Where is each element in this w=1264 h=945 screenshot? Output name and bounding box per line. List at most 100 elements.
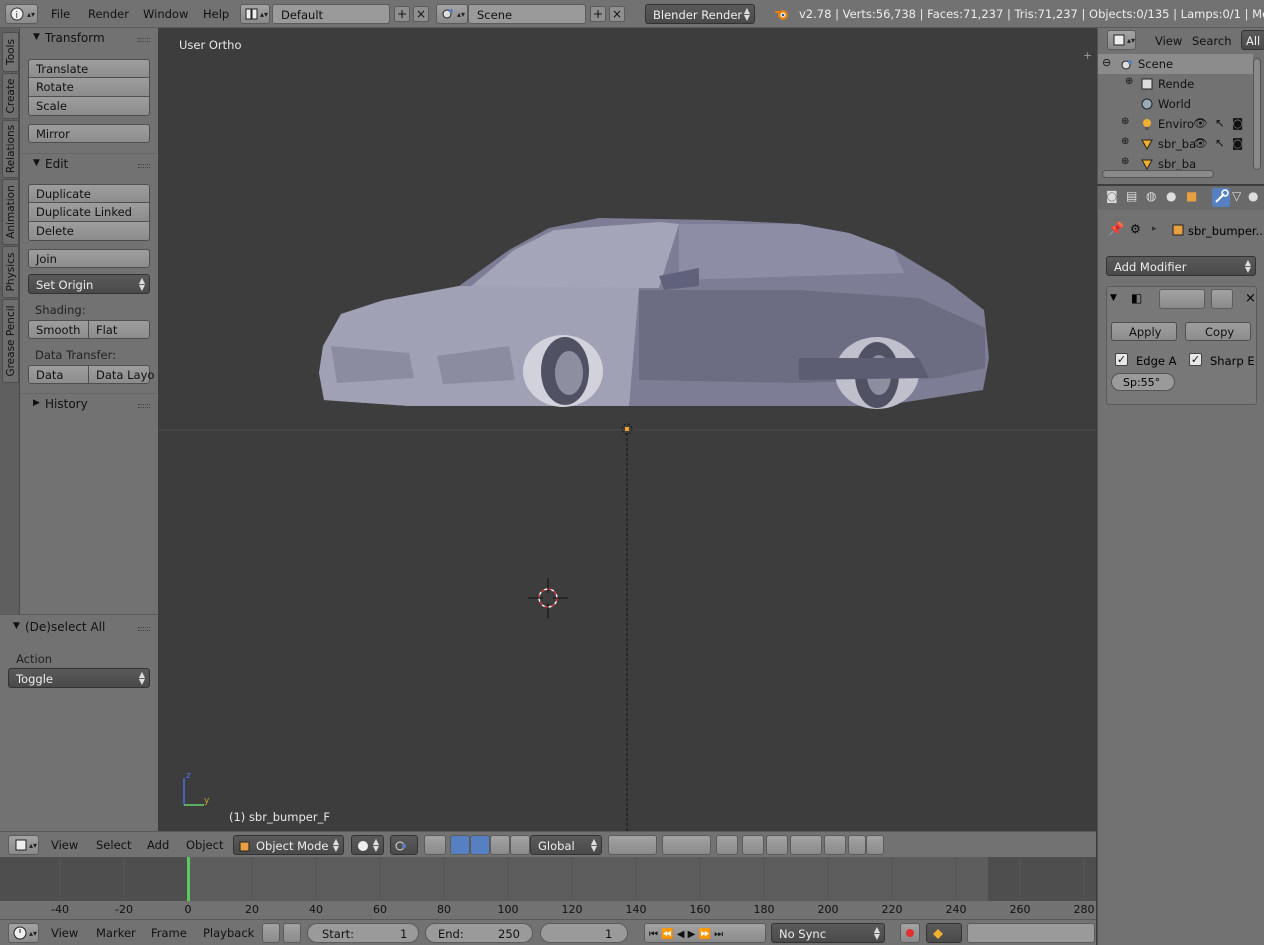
object-origin-marker[interactable] [621,423,633,435]
object-tab-icon[interactable]: ■ [1186,189,1197,203]
render-engine-select[interactable]: Blender Render ▲ ▼ [645,4,755,24]
timeline-editor-type-button[interactable]: ▴▾ [8,923,39,943]
tab-create[interactable]: Create [2,73,19,119]
mirror-button[interactable]: Mirror [28,124,150,143]
screen-layout-field[interactable]: Default [272,4,390,24]
tab-relations[interactable]: Relations [2,120,19,178]
operator-panel-header[interactable]: ▼ (De)select All [0,617,158,639]
duplicate-linked-button[interactable]: Duplicate Linked [28,203,150,222]
outliner-row-environment-lamp[interactable]: ⊕ Enviro 👁 ↖ ◙ [1098,114,1253,134]
camera-renderable-icon[interactable]: ◙ [1232,116,1243,130]
expand-plus-icon[interactable]: ⊕ [1121,116,1129,127]
menu-view[interactable]: View [51,838,78,852]
timeline-menu-view[interactable]: View [51,926,78,940]
set-origin-select[interactable]: Set Origin ▲ ▼ [28,274,150,294]
interaction-mode-select[interactable]: Object Mode ▲ ▼ [233,835,344,855]
keying-set-select[interactable] [926,923,962,943]
timeline-menu-frame[interactable]: Frame [151,926,187,940]
translate-manipulator-icon[interactable] [470,835,490,855]
scene-tab-icon[interactable]: ◍ [1146,189,1156,203]
start-frame-field[interactable]: Start: 1 [307,923,419,943]
shade-smooth-button[interactable]: Smooth [28,320,89,339]
scale-manipulator-icon[interactable] [510,835,530,855]
proportional-edit-icon[interactable] [742,835,764,855]
rotate-manipulator-icon[interactable] [490,835,510,855]
snap-target-icon[interactable] [824,835,846,855]
outliner-row-scene[interactable]: ⊖ Scene [1098,54,1253,74]
outliner-display-mode-select[interactable]: All [1241,30,1264,50]
menu-file[interactable]: File [51,7,70,21]
expand-plus-icon[interactable]: ⊕ [1121,156,1129,167]
pivot-manipulate-centers-button[interactable] [424,835,446,855]
preview-range-icon[interactable] [262,923,280,943]
material-tab-icon[interactable]: ● [1248,189,1258,203]
snap-element-select[interactable] [790,835,822,855]
pin-icon[interactable]: 📌 [1108,222,1124,237]
outliner-row-render-layers[interactable]: ⊕ Rende [1098,74,1253,94]
3d-cursor-icon[interactable] [528,578,568,618]
tab-physics[interactable]: Physics [2,246,19,298]
menu-object[interactable]: Object [186,838,223,852]
timeline-ruler[interactable]: -40 -20 0 20 40 60 80 100 120 140 160 180 200 220 240 2… [0,901,1096,919]
editor-type-info-button[interactable]: i ▴▾ [5,4,38,24]
add-screen-plus-icon[interactable]: + [394,6,410,22]
snap-magnet-icon[interactable] [766,835,788,855]
cursor-selectable-icon[interactable]: ↖ [1215,136,1225,150]
modifier-visibility-toggles[interactable] [1159,289,1205,309]
scene-layers-grid-2[interactable] [662,835,711,855]
menu-window[interactable]: Window [143,7,188,21]
playback-controls[interactable]: ⏮ ⏪ ◀ ▶ ⏩ ⏭ [644,923,766,943]
active-keying-set-field[interactable] [967,923,1095,943]
outliner-horizontal-scrollbar[interactable] [1102,170,1214,178]
end-frame-field[interactable]: End: 250 [425,923,533,943]
edit-panel-header[interactable]: ▼ Edit [20,153,158,175]
pivot-point-select[interactable] [390,835,418,855]
delete-screen-close-icon[interactable]: × [413,6,429,22]
outliner-menu-search[interactable]: Search [1192,34,1232,48]
delete-button[interactable]: Delete [28,222,150,241]
cursor-selectable-icon[interactable]: ↖ [1215,116,1225,130]
add-scene-plus-icon[interactable]: + [590,6,606,22]
scene-field[interactable]: Scene [468,4,586,24]
data-tab-icon[interactable]: ▽ [1232,189,1241,203]
expand-plus-icon[interactable]: ⊕ [1121,136,1129,147]
drag-grip-icon[interactable] [138,164,150,168]
outliner-editor-type-button[interactable]: ▴▾ [1107,30,1136,50]
render-still-camera-icon[interactable] [848,835,866,855]
tab-tools[interactable]: Tools [2,32,19,72]
expand-plus-icon[interactable]: ⊕ [1125,76,1133,87]
lock-camera-layers-icon[interactable] [716,835,738,855]
viewport-shading-select[interactable]: ▲ ▼ [351,835,384,855]
duplicate-button[interactable]: Duplicate [28,184,150,203]
car-model[interactable] [319,218,989,409]
editor-type-button[interactable]: ▴▾ [8,835,39,855]
transform-orientation-select[interactable]: Global ▲ ▼ [530,835,602,855]
add-modifier-select[interactable]: Add Modifier ▲ ▼ [1106,256,1256,276]
split-angle-field[interactable]: Sp:55° [1111,373,1175,391]
rotate-button[interactable]: Rotate [28,78,150,97]
drag-grip-icon[interactable] [138,404,150,408]
tab-animation[interactable]: Animation [2,179,19,245]
action-select[interactable]: Toggle ▲ ▼ [8,668,150,688]
drag-grip-icon[interactable] [138,38,150,42]
viewport-corner-plus-icon[interactable]: + [1083,49,1092,62]
outliner-menu-view[interactable]: View [1155,34,1182,48]
sharp-edges-checkbox[interactable]: ✓ [1189,353,1202,366]
menu-help[interactable]: Help [203,7,229,21]
outliner-row-object-2[interactable]: ⊕ sbr_ba [1098,154,1253,170]
data-transfer-button[interactable]: Data [28,365,89,384]
tab-grease-pencil[interactable]: Grease Pencil [2,299,19,383]
eye-visibility-icon[interactable]: 👁 [1193,116,1208,130]
screen-layout-icon-button[interactable]: ▴▾ [240,4,270,24]
join-button[interactable]: Join [28,249,150,268]
copy-modifier-button[interactable]: Copy [1185,322,1251,341]
world-tab-icon[interactable]: ● [1166,189,1176,203]
manipulator-toggle-icon[interactable] [450,835,470,855]
translate-button[interactable]: Translate [28,59,150,78]
scene-icon-button[interactable]: ▴▾ [436,4,468,24]
data-layout-button[interactable]: Data Layo [88,365,154,384]
drag-grip-icon[interactable] [138,627,150,631]
3d-viewport[interactable]: User Ortho z y + (1) sbr_bumper_F [159,28,1096,831]
modifier-wrench-tab[interactable] [1212,188,1230,207]
menu-render[interactable]: Render [88,7,129,21]
